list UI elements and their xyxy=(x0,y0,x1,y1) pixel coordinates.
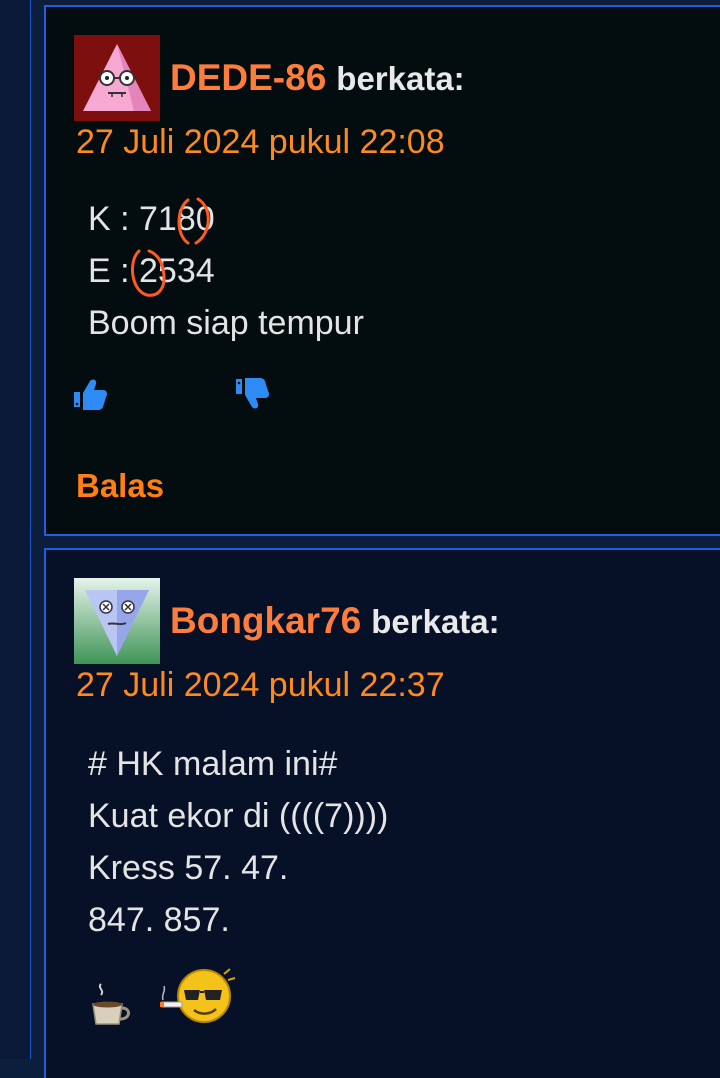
comment-line: 847. 857. xyxy=(88,901,230,939)
comment-card: DEDE-86 berkata: 27 Juli 2024 pukul 22:0… xyxy=(44,5,720,536)
comment-date[interactable]: 27 Juli 2024 pukul 22:37 xyxy=(76,666,445,705)
comment-line: Kress 57. 47. xyxy=(88,849,289,887)
cool-smiley-emoji xyxy=(160,968,236,1023)
emoji-row xyxy=(88,960,238,1030)
avatar[interactable] xyxy=(74,35,160,121)
author-name[interactable]: Bongkar76 xyxy=(170,600,361,642)
comment-line: K : 7180 xyxy=(88,200,215,238)
author-line: Bongkar76 berkata: xyxy=(170,600,500,642)
comment-line: Boom siap tempur xyxy=(88,304,364,342)
says-label: berkata: xyxy=(371,603,500,640)
avatar[interactable] xyxy=(74,578,160,664)
like-button[interactable] xyxy=(72,375,110,413)
thumbs-down-icon xyxy=(236,378,269,409)
comment-line: E : 2534 xyxy=(88,252,215,290)
comment-header: Bongkar76 berkata: xyxy=(74,578,500,664)
says-label: berkata: xyxy=(336,60,465,97)
author-name[interactable]: DEDE-86 xyxy=(170,57,326,99)
thumbs-up-icon xyxy=(74,379,107,410)
reply-button[interactable]: Balas xyxy=(76,467,164,505)
comment-body: K : 7180 E : 2534 Boom siap tempur xyxy=(88,193,364,349)
left-rail xyxy=(0,0,31,1059)
comment-body: # HK malam ini# Kuat ekor di ((((7)))) K… xyxy=(88,738,388,946)
comment-date[interactable]: 27 Juli 2024 pukul 22:08 xyxy=(76,123,445,162)
dislike-button[interactable] xyxy=(234,375,272,413)
comment-line: # HK malam ini# xyxy=(88,745,338,783)
comment-card: Bongkar76 berkata: 27 Juli 2024 pukul 22… xyxy=(44,548,720,1078)
coffee-cup-emoji xyxy=(92,983,130,1025)
author-line: DEDE-86 berkata: xyxy=(170,57,465,99)
comment-header: DEDE-86 berkata: xyxy=(74,35,465,121)
comment-line: Kuat ekor di ((((7)))) xyxy=(88,797,389,835)
comment-thread: DEDE-86 berkata: 27 Juli 2024 pukul 22:0… xyxy=(44,0,720,1078)
